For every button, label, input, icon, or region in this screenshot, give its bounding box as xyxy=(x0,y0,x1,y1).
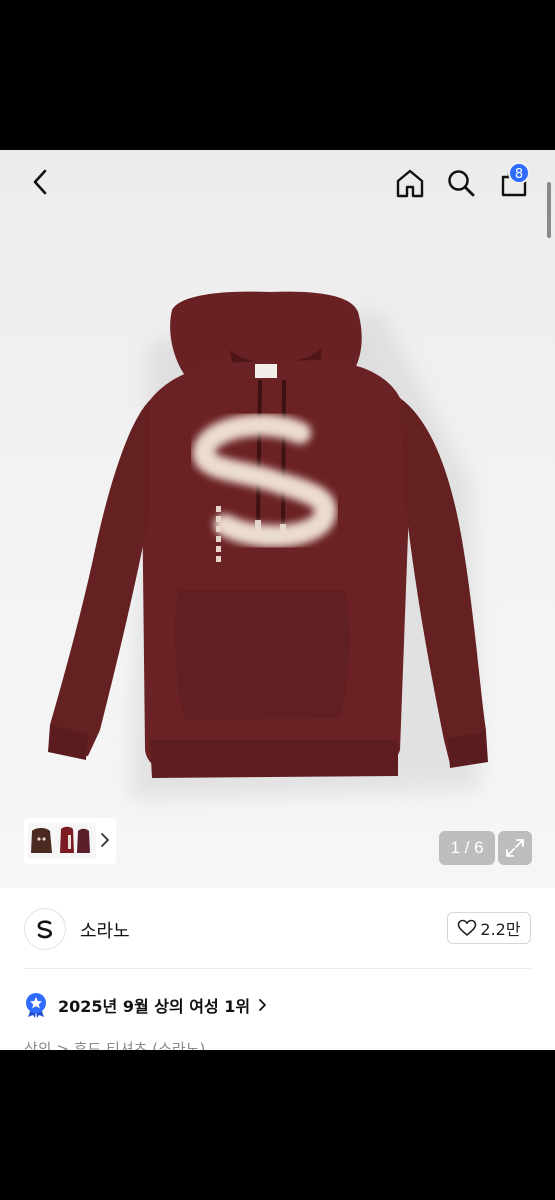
image-page-counter: 1 / 6 xyxy=(439,831,495,865)
home-button[interactable] xyxy=(390,164,430,202)
expand-button[interactable] xyxy=(498,831,532,865)
page-scrollbar[interactable] xyxy=(547,182,551,238)
brand-name[interactable]: 소라노 xyxy=(80,917,130,943)
search-icon xyxy=(448,170,475,197)
thumbnail-strip[interactable] xyxy=(24,818,116,864)
section-divider xyxy=(24,968,531,969)
brand-row[interactable]: 소라노 2.2만 xyxy=(0,888,555,968)
like-count: 2.2만 xyxy=(480,920,521,939)
heart-icon xyxy=(458,919,477,936)
back-button[interactable] xyxy=(22,164,58,200)
top-navigation-bar: 8 xyxy=(0,150,555,216)
product-image xyxy=(48,291,488,800)
chevron-left-icon xyxy=(33,169,47,195)
product-screen: 8 1 / 6 소라노 2.2만 2025년 9월 상의 여성 1위 상의 > … xyxy=(0,150,555,1050)
like-button[interactable]: 2.2만 xyxy=(447,912,531,944)
breadcrumb[interactable]: 상의 > 후드 티셔츠 (소라노) xyxy=(24,1038,205,1050)
product-image-gallery[interactable]: 8 1 / 6 xyxy=(0,150,555,888)
brand-logo-mark xyxy=(37,920,53,939)
expand-icon xyxy=(506,839,524,857)
search-button[interactable] xyxy=(442,164,480,202)
home-icon xyxy=(396,169,424,198)
cart-button[interactable]: 8 xyxy=(494,162,534,202)
chevron-right-icon[interactable] xyxy=(100,832,110,848)
ranking-link[interactable]: 2025년 9월 상의 여성 1위 xyxy=(24,990,267,1020)
thumbnail-image xyxy=(28,823,96,859)
medal-star-icon xyxy=(26,993,46,1018)
chevron-right-icon xyxy=(259,999,267,1011)
brand-logo[interactable] xyxy=(24,908,66,950)
ranking-text: 2025년 9월 상의 여성 1위 xyxy=(58,997,251,1016)
cart-count-badge: 8 xyxy=(508,162,530,184)
